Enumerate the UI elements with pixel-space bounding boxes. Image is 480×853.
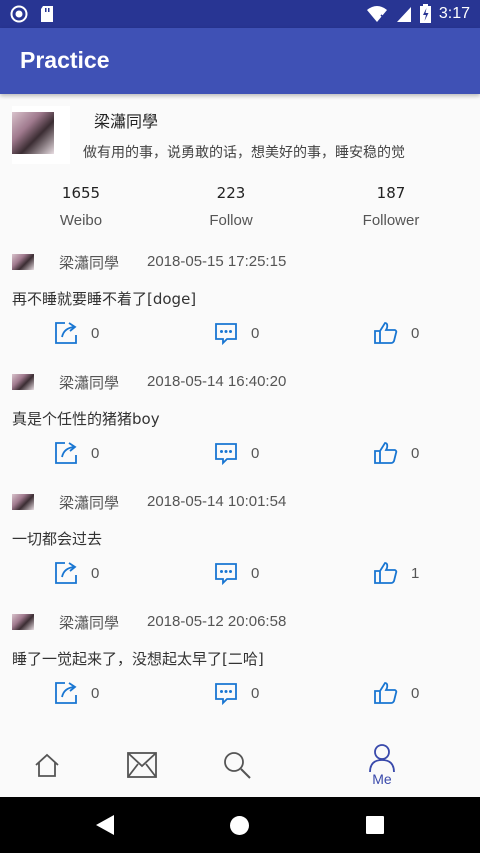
home-icon <box>35 753 59 777</box>
post-content: 真是个任性的猪猪boy <box>12 410 160 428</box>
comment-count: 0 <box>251 684 260 702</box>
repost-button[interactable]: 0 <box>53 678 99 708</box>
profile-stats: 1655 Weibo 223 Follow 187 Follower <box>0 184 480 240</box>
nav-me-label: Me <box>372 771 392 787</box>
stat-label: Follower <box>362 212 420 229</box>
like-button[interactable]: 1 <box>373 558 419 588</box>
comment-icon <box>215 323 237 346</box>
thumbs-up-icon <box>374 322 398 344</box>
like-button[interactable]: 0 <box>373 438 419 468</box>
weibo-post[interactable]: 梁瀟同學 2018-05-14 16:40:20 真是个任性的猪猪boy 0 0… <box>0 366 480 486</box>
search-icon <box>224 752 251 779</box>
comment-icon <box>215 683 237 706</box>
sd-card-icon <box>41 6 53 22</box>
repost-button[interactable]: 0 <box>53 318 99 348</box>
post-time: 2018-05-14 16:40:20 <box>147 373 287 390</box>
post-avatar[interactable] <box>12 254 34 270</box>
profile-name: 梁瀟同學 <box>94 112 159 131</box>
comment-button[interactable]: 0 <box>213 438 259 468</box>
sync-icon <box>10 5 28 23</box>
battery-icon <box>419 4 431 23</box>
thumbs-up-icon <box>374 682 398 704</box>
post-content: 睡了一觉起来了，没想起太早了[二哈] <box>12 650 264 668</box>
comment-button[interactable]: 0 <box>213 558 259 588</box>
repost-count: 0 <box>91 444 100 462</box>
comment-icon <box>215 443 237 466</box>
repost-button[interactable]: 0 <box>53 558 99 588</box>
app-title: Practice <box>20 47 110 73</box>
status-time: 3:17 <box>438 4 470 22</box>
repost-button[interactable]: 0 <box>53 438 99 468</box>
post-actions: 0 0 1 <box>0 558 480 588</box>
like-count: 1 <box>411 564 420 582</box>
system-navigation-bar <box>0 797 480 853</box>
repost-icon <box>55 322 77 344</box>
stat-count: 223 <box>216 184 246 202</box>
comment-count: 0 <box>251 564 260 582</box>
post-avatar[interactable] <box>12 614 34 630</box>
post-time: 2018-05-12 20:06:58 <box>147 613 287 630</box>
stat-weibo[interactable]: 1655 Weibo <box>21 184 141 229</box>
stat-label: Weibo <box>59 212 103 229</box>
post-time: 2018-05-14 10:01:54 <box>147 493 287 510</box>
weibo-feed: 梁瀟同學 2018-05-15 17:25:15 再不睡就要睡不着了[doge]… <box>0 246 480 726</box>
stat-label: Follow <box>209 212 253 229</box>
home-button-icon[interactable] <box>229 815 250 836</box>
thumbs-up-icon <box>374 442 398 464</box>
like-count: 0 <box>411 684 420 702</box>
post-author: 梁瀟同學 <box>59 614 120 632</box>
repost-count: 0 <box>91 324 100 342</box>
stat-count: 1655 <box>61 184 101 202</box>
post-author: 梁瀟同學 <box>59 254 120 272</box>
nav-messages[interactable] <box>95 733 189 797</box>
stat-follower[interactable]: 187 Follower <box>331 184 451 229</box>
profile-avatar[interactable] <box>12 106 70 164</box>
post-content: 一切都会过去 <box>12 530 103 548</box>
weibo-post[interactable]: 梁瀟同學 2018-05-12 20:06:58 睡了一觉起来了，没想起太早了[… <box>0 606 480 726</box>
weibo-post[interactable]: 梁瀟同學 2018-05-15 17:25:15 再不睡就要睡不着了[doge]… <box>0 246 480 366</box>
repost-icon <box>55 442 77 464</box>
post-avatar[interactable] <box>12 494 34 510</box>
comment-button[interactable]: 0 <box>213 318 259 348</box>
recents-icon[interactable] <box>366 816 384 834</box>
profile-icon <box>369 744 395 773</box>
comment-icon <box>215 563 237 586</box>
like-button[interactable]: 0 <box>373 318 419 348</box>
nav-me[interactable]: Me <box>335 733 429 797</box>
stat-count: 187 <box>376 184 406 202</box>
signal-icon <box>396 6 411 22</box>
nav-home[interactable] <box>0 733 94 797</box>
status-bar: 3:17 <box>0 0 480 28</box>
comment-count: 0 <box>251 444 260 462</box>
wifi-icon <box>366 5 387 22</box>
like-button[interactable]: 0 <box>373 678 419 708</box>
thumbs-up-icon <box>374 562 398 584</box>
profile-bio: 做有用的事，说勇敢的话，想美好的事，睡安稳的觉 <box>83 145 405 161</box>
like-count: 0 <box>411 444 420 462</box>
post-author: 梁瀟同學 <box>59 374 120 392</box>
post-content: 再不睡就要睡不着了[doge] <box>12 290 197 308</box>
post-author: 梁瀟同學 <box>59 494 120 512</box>
repost-icon <box>55 682 77 704</box>
post-avatar[interactable] <box>12 374 34 390</box>
app-bar: Practice <box>0 28 480 94</box>
stat-follow[interactable]: 223 Follow <box>171 184 291 229</box>
repost-count: 0 <box>91 564 100 582</box>
comment-count: 0 <box>251 324 260 342</box>
nav-search[interactable] <box>190 733 284 797</box>
like-count: 0 <box>411 324 420 342</box>
bottom-navigation: Me <box>0 733 480 797</box>
repost-icon <box>55 562 77 584</box>
comment-button[interactable]: 0 <box>213 678 259 708</box>
post-actions: 0 0 0 <box>0 318 480 348</box>
message-icon <box>127 752 157 778</box>
back-icon[interactable] <box>95 814 115 836</box>
post-actions: 0 0 0 <box>0 678 480 708</box>
repost-count: 0 <box>91 684 100 702</box>
weibo-post[interactable]: 梁瀟同學 2018-05-14 10:01:54 一切都会过去 0 0 1 <box>0 486 480 606</box>
post-time: 2018-05-15 17:25:15 <box>147 253 287 270</box>
post-actions: 0 0 0 <box>0 438 480 468</box>
